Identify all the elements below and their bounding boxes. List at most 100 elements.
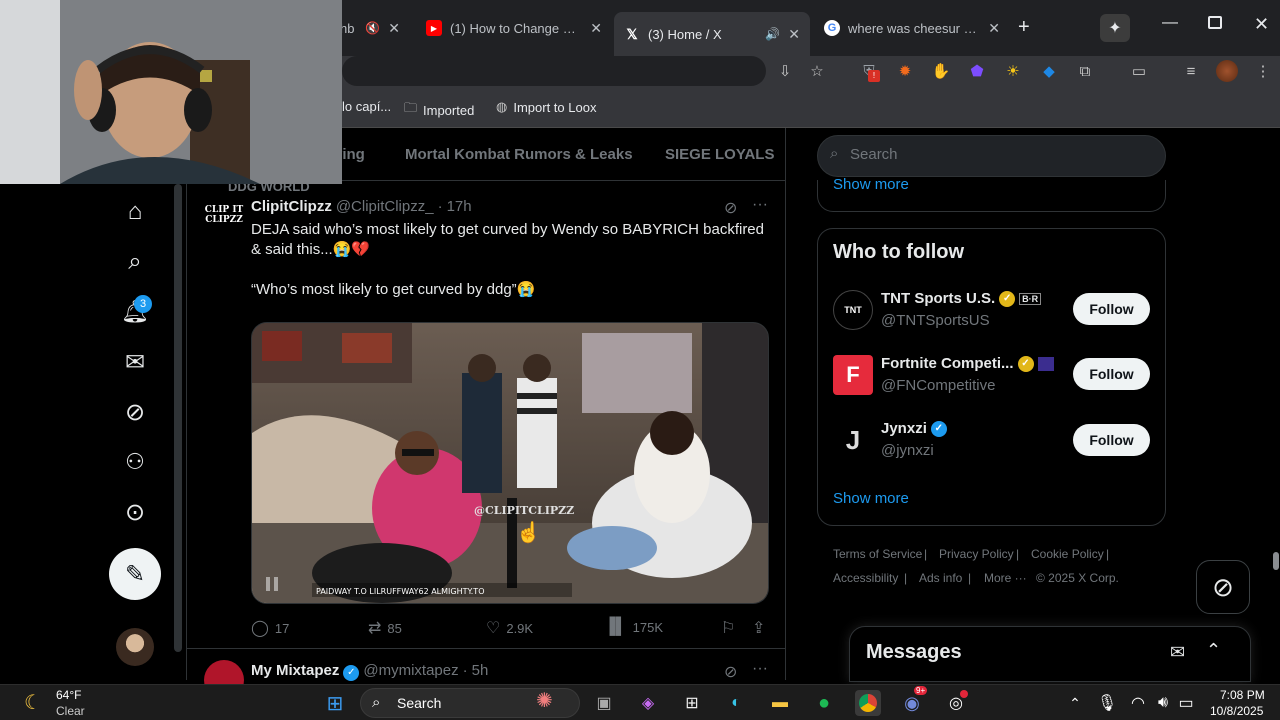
- extension-orange-icon[interactable]: ✹: [894, 60, 916, 82]
- microsoft-store-icon[interactable]: ⊞: [679, 690, 705, 716]
- wifi-icon[interactable]: ◠: [1125, 690, 1151, 716]
- search-icon[interactable]: ⌕: [121, 248, 149, 276]
- tab-siege-loyals[interactable]: SIEGE LOYALS: [665, 146, 774, 163]
- bookmark-button[interactable]: ⚐: [721, 618, 735, 638]
- who-to-follow-show-more-link[interactable]: Show more: [833, 490, 909, 507]
- account-avatar[interactable]: [116, 628, 154, 666]
- close-window-icon[interactable]: ✕: [1254, 14, 1269, 35]
- microphone-icon[interactable]: 🎙︎: [1094, 690, 1120, 716]
- tab-x-home[interactable]: 𝕏 (3) Home / X 🔊 ✕: [614, 12, 810, 56]
- profile-person-icon[interactable]: ⚇: [121, 448, 149, 476]
- close-tab-icon[interactable]: ✕: [988, 20, 1000, 37]
- profile-avatar[interactable]: [1216, 60, 1238, 82]
- extension-purple-shield-icon[interactable]: ⬟: [966, 60, 988, 82]
- tweet-video[interactable]: @CLIPITCLIPZZ PAIDWAY T.O LILRUFFWAY62 A…: [251, 322, 769, 604]
- extension-red-icon[interactable]: ✋: [930, 60, 952, 82]
- like-button[interactable]: ♡ 2.9K: [486, 618, 533, 638]
- minimize-icon[interactable]: —: [1162, 14, 1178, 32]
- grok-explain-icon[interactable]: ⊘: [724, 662, 737, 682]
- footer-accessibility-link[interactable]: Accessibility: [833, 571, 898, 585]
- footer-cookie-link[interactable]: Cookie Policy: [1031, 547, 1104, 561]
- follow-button[interactable]: Follow: [1073, 358, 1150, 390]
- extension-blue-icon[interactable]: ◆: [1038, 60, 1060, 82]
- edge-icon[interactable]: ◐: [723, 690, 749, 716]
- messages-envelope-icon[interactable]: ✉: [121, 348, 149, 376]
- show-hidden-icons-chevron[interactable]: ⌃: [1062, 690, 1088, 716]
- weather-moon-icon[interactable]: ☾: [24, 690, 42, 715]
- grok-float-button[interactable]: ⊘: [1196, 560, 1250, 614]
- extensions-puzzle-icon[interactable]: ⧉: [1074, 60, 1096, 82]
- share-button[interactable]: ⇪: [752, 618, 765, 638]
- install-app-icon[interactable]: ⇩: [774, 60, 796, 82]
- restore-icon[interactable]: [1208, 16, 1222, 29]
- bookmark-import-loox[interactable]: ◍ Import to Loox: [496, 99, 596, 115]
- suggestion-name[interactable]: Fortnite Competi... ✓: [881, 355, 1054, 372]
- tab-hidden[interactable]: hb 🔇 ✕: [330, 12, 410, 44]
- spotify-icon[interactable]: ●: [811, 690, 837, 716]
- task-view-icon[interactable]: ▣: [591, 690, 617, 716]
- compose-post-button[interactable]: ✎: [109, 548, 161, 600]
- follow-button[interactable]: Follow: [1073, 293, 1150, 325]
- sidepanel-icon[interactable]: ▭: [1128, 60, 1150, 82]
- tab-mortal-kombat[interactable]: Mortal Kombat Rumors & Leaks: [405, 146, 633, 163]
- footer-terms-link[interactable]: Terms of Service: [833, 547, 922, 561]
- suggestion-name[interactable]: TNT Sports U.S. ✓ B·R: [881, 290, 1042, 307]
- fortnite-competitive-avatar[interactable]: F: [833, 355, 873, 395]
- chrome-icon[interactable]: [855, 690, 881, 716]
- tnt-sports-avatar[interactable]: TNT: [833, 290, 873, 330]
- follow-button[interactable]: Follow: [1073, 424, 1150, 456]
- gemini-icon[interactable]: ✦: [1100, 14, 1130, 42]
- kebab-menu-icon[interactable]: ⋮: [1252, 60, 1274, 82]
- bookmark-item[interactable]: lo capí...: [342, 99, 391, 114]
- more-dots-icon[interactable]: ···: [752, 196, 768, 214]
- footer-ads-link[interactable]: Ads info: [919, 571, 962, 585]
- views-button[interactable]: ▐▌ 175K: [604, 618, 663, 636]
- author-avatar[interactable]: CLIP IT CLIPZZ: [204, 198, 244, 238]
- suggestion-name[interactable]: Jynxzi ✓: [881, 420, 947, 437]
- muted-icon[interactable]: 🔇: [365, 21, 380, 35]
- repost-button[interactable]: ⇄ 85: [368, 618, 402, 638]
- footer-privacy-link[interactable]: Privacy Policy: [939, 547, 1014, 561]
- author-handle[interactable]: @mymixtapez: [363, 662, 458, 679]
- trends-show-more-link[interactable]: Show more: [833, 176, 909, 193]
- windows-start-icon[interactable]: ⊞: [322, 690, 348, 716]
- reply-button[interactable]: ◯ 17: [251, 618, 289, 638]
- suggestion-handle[interactable]: @FNCompetitive: [881, 377, 995, 394]
- page-scrollbar-thumb[interactable]: [1273, 552, 1279, 570]
- bookmark-star-icon[interactable]: ☆: [806, 60, 828, 82]
- tab-google[interactable]: G where was cheesur born ✕: [814, 12, 1010, 44]
- jynxzi-avatar[interactable]: J: [833, 420, 873, 460]
- grok-explain-icon[interactable]: ⊘: [724, 198, 737, 218]
- m365-icon[interactable]: ◈: [635, 690, 661, 716]
- tweet-time[interactable]: 5h: [472, 662, 489, 679]
- extension-sun-icon[interactable]: ☀: [1002, 60, 1024, 82]
- close-tab-icon[interactable]: ✕: [388, 20, 400, 37]
- author-handle[interactable]: @ClipitClipzz_: [336, 198, 434, 215]
- address-bar[interactable]: [342, 56, 766, 86]
- speaker-icon[interactable]: 🔊: [765, 27, 780, 41]
- file-explorer-icon[interactable]: ▬: [767, 690, 793, 716]
- clock-time[interactable]: 7:08 PM: [1220, 688, 1265, 702]
- more-dots-icon[interactable]: ···: [752, 660, 768, 678]
- tab-youtube[interactable]: ▶ (1) How to Change Stre ✕: [416, 12, 612, 44]
- close-tab-icon[interactable]: ✕: [788, 26, 800, 43]
- left-scrollbar[interactable]: [174, 184, 182, 652]
- author-name[interactable]: My Mixtapez: [251, 662, 339, 679]
- home-icon[interactable]: ⌂: [121, 198, 149, 226]
- bookmark-imported[interactable]: 🗀 Imported: [404, 99, 474, 121]
- suggestion-handle[interactable]: @jynxzi: [881, 442, 934, 459]
- more-options-icon[interactable]: ⊙: [121, 498, 149, 526]
- battery-icon[interactable]: ▭: [1173, 690, 1199, 716]
- new-tab-button[interactable]: +: [1018, 16, 1030, 39]
- media-queue-icon[interactable]: ≡: [1180, 60, 1202, 82]
- grok-icon[interactable]: ⊘: [121, 398, 149, 426]
- author-name[interactable]: ClipitClipzz: [251, 198, 332, 215]
- weather-temp[interactable]: 64°F: [56, 688, 81, 702]
- page-scrollbar[interactable]: [1272, 128, 1280, 680]
- tweet-time[interactable]: 17h: [447, 198, 472, 215]
- new-message-icon[interactable]: ✉: [1170, 642, 1185, 663]
- suggestion-handle[interactable]: @TNTSportsUS: [881, 312, 990, 329]
- footer-more-link[interactable]: More ···: [984, 571, 1027, 585]
- expand-chevron-icon[interactable]: ⌃: [1206, 640, 1221, 661]
- clock-date[interactable]: 10/8/2025: [1210, 704, 1263, 718]
